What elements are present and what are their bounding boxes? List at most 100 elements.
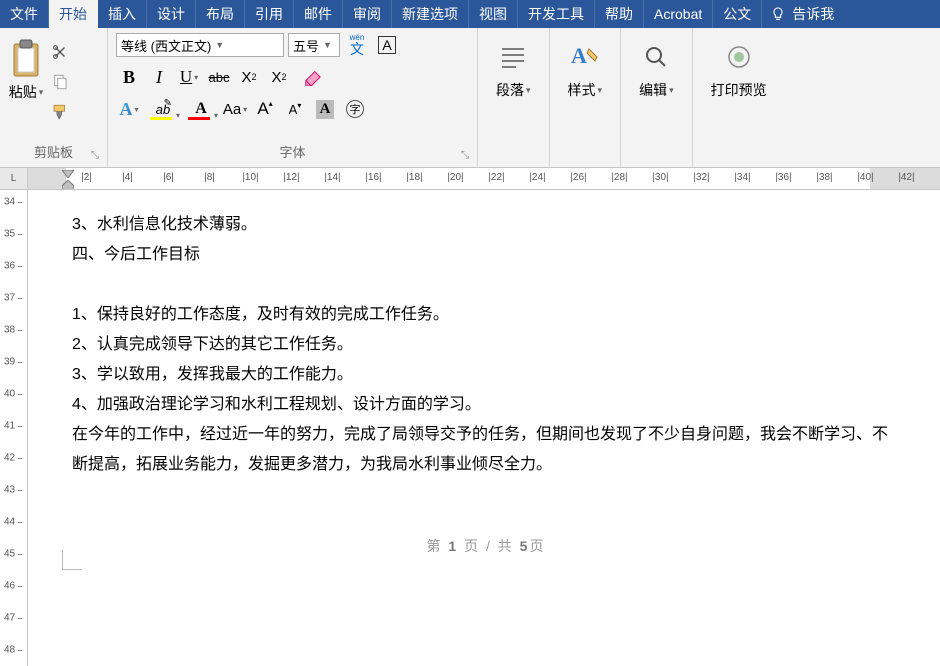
- ruler-number: |14|: [324, 172, 340, 183]
- sup-2: 2: [282, 72, 287, 82]
- tab-review[interactable]: 审阅: [343, 0, 392, 28]
- format-painter-button[interactable]: [50, 102, 70, 122]
- ruler-number: |2|: [81, 172, 92, 183]
- vruler-tick: [18, 330, 22, 331]
- vertical-ruler[interactable]: 343536373839404142434445464748: [0, 190, 28, 666]
- vruler-number: 45: [4, 549, 15, 560]
- phonetic-guide-button[interactable]: wén 文: [344, 32, 370, 58]
- doc-line: 3、学以致用，发挥我最大的工作能力。: [72, 360, 900, 390]
- group-font: 等线 (西文正文)▼ 五号▼ wén 文 A B I U▾ abc X2 X2: [108, 28, 478, 167]
- tab-file[interactable]: 文件: [0, 0, 49, 28]
- page-mid: 页 / 共: [458, 538, 519, 554]
- ruler-number: |30|: [652, 172, 668, 183]
- tab-developer[interactable]: 开发工具: [518, 0, 595, 28]
- vruler-number: 38: [4, 325, 15, 336]
- chevron-down-icon: ▾: [214, 111, 218, 120]
- cut-button[interactable]: [50, 42, 70, 62]
- styles-label: 样式: [568, 80, 596, 100]
- tab-home[interactable]: 开始: [49, 0, 98, 28]
- doc-line: 在今年的工作中，经过近一年的努力，完成了局领导交予的任务，但期间也发现了不少自身…: [72, 420, 900, 480]
- change-case-button[interactable]: Aa▾: [222, 96, 248, 122]
- clipboard-group-label: 剪贴板: [34, 145, 73, 160]
- superscript-button[interactable]: X2: [266, 64, 292, 90]
- sup-x: X: [271, 69, 281, 86]
- ruler-number: |28|: [611, 172, 627, 183]
- subscript-button[interactable]: X2: [236, 64, 262, 90]
- ruler-number: |4|: [122, 172, 133, 183]
- font-name-value: 等线 (西文正文): [121, 36, 211, 55]
- group-styles: A 样式▾: [550, 28, 622, 167]
- tab-new-option[interactable]: 新建选项: [392, 0, 469, 28]
- chevron-down-icon: ▾: [243, 105, 247, 114]
- grow-font-button[interactable]: A▴: [252, 96, 278, 122]
- paste-button[interactable]: 粘贴▾: [8, 32, 44, 102]
- clipboard-launcher-icon[interactable]: ⤡: [91, 150, 99, 161]
- tell-me-search[interactable]: 告诉我: [762, 0, 842, 28]
- italic-button[interactable]: I: [146, 64, 172, 90]
- tab-view[interactable]: 视图: [469, 0, 518, 28]
- vruler-number: 37: [4, 293, 15, 304]
- paragraph-button[interactable]: 段落▾: [486, 32, 541, 100]
- page-number-footer: 第 1 页 / 共 5页: [72, 536, 900, 556]
- tab-insert[interactable]: 插入: [98, 0, 147, 28]
- chevron-down-icon: ▾: [194, 73, 198, 82]
- horizontal-ruler[interactable]: |2||4||6||8||10||12||14||16||18||20||22|…: [28, 168, 940, 189]
- ruler-number: |12|: [283, 172, 299, 183]
- styles-button[interactable]: A 样式▾: [558, 32, 613, 100]
- tab-references[interactable]: 引用: [245, 0, 294, 28]
- first-line-indent-marker[interactable]: [62, 170, 74, 178]
- document-body[interactable]: 3、水利信息化技术薄弱。 四、今后工作目标 1、保持良好的工作态度，及时有效的完…: [72, 210, 900, 480]
- tab-acrobat[interactable]: Acrobat: [644, 0, 713, 28]
- underline-button[interactable]: U▾: [176, 64, 202, 90]
- vruler-number: 47: [4, 613, 15, 624]
- clipboard-icon: [8, 38, 44, 80]
- char-border-a: A: [378, 36, 395, 54]
- page-total: 5: [520, 538, 530, 554]
- copy-button[interactable]: [50, 72, 70, 92]
- bold-button[interactable]: B: [116, 64, 142, 90]
- hanging-indent-marker[interactable]: [62, 180, 74, 189]
- doc-line: 四、今后工作目标: [72, 240, 900, 270]
- page-current: 1: [448, 538, 458, 554]
- paragraph-label: 段落: [496, 80, 524, 100]
- font-launcher-icon[interactable]: ⤡: [461, 150, 469, 161]
- vruler-number: 48: [4, 645, 15, 656]
- enclose-characters-button[interactable]: 字: [342, 96, 368, 122]
- shrink-font-button[interactable]: A▾: [282, 96, 308, 122]
- ruler-number: |34|: [734, 172, 750, 183]
- menu-bar: 文件 开始 插入 设计 布局 引用 邮件 审阅 新建选项 视图 开发工具 帮助 …: [0, 0, 940, 28]
- ruler-number: |24|: [529, 172, 545, 183]
- character-shading-button[interactable]: A: [312, 96, 338, 122]
- group-paragraph: 段落▾: [478, 28, 550, 167]
- font-color-button[interactable]: A▾: [184, 96, 218, 122]
- document-page[interactable]: 3、水利信息化技术薄弱。 四、今后工作目标 1、保持良好的工作态度，及时有效的完…: [28, 190, 940, 666]
- highlight-button[interactable]: ab✎▾: [146, 96, 180, 122]
- shading-a: A: [316, 100, 335, 119]
- ruler-number: |22|: [488, 172, 504, 183]
- text-effects-button[interactable]: A▾: [116, 96, 142, 122]
- tab-layout[interactable]: 布局: [196, 0, 245, 28]
- chevron-down-icon: ▾: [39, 87, 44, 98]
- tab-gongwen[interactable]: 公文: [713, 0, 762, 28]
- font-size-value: 五号: [293, 36, 319, 55]
- font-name-combo[interactable]: 等线 (西文正文)▼: [116, 33, 284, 57]
- clear-formatting-button[interactable]: [296, 64, 330, 90]
- vruler-tick: [18, 426, 22, 427]
- tab-mailings[interactable]: 邮件: [294, 0, 343, 28]
- print-preview-button[interactable]: 打印预览: [701, 32, 777, 100]
- strikethrough-button[interactable]: abc: [206, 64, 232, 90]
- record-icon: [726, 44, 752, 70]
- editing-button[interactable]: 编辑▾: [629, 32, 684, 100]
- vruler-tick: [18, 618, 22, 619]
- doc-line: 3、水利信息化技术薄弱。: [72, 210, 900, 240]
- tab-help[interactable]: 帮助: [595, 0, 644, 28]
- paintbrush-icon: [51, 103, 69, 121]
- print-preview-label: 打印预览: [711, 80, 767, 100]
- character-border-button[interactable]: A: [374, 32, 400, 58]
- ruler-tab-selector[interactable]: L: [0, 168, 28, 189]
- ruler-number: |6|: [163, 172, 174, 183]
- font-size-combo[interactable]: 五号▼: [288, 33, 340, 57]
- change-case-aa: Aa: [223, 101, 241, 118]
- ruler-number: |32|: [693, 172, 709, 183]
- tab-design[interactable]: 设计: [147, 0, 196, 28]
